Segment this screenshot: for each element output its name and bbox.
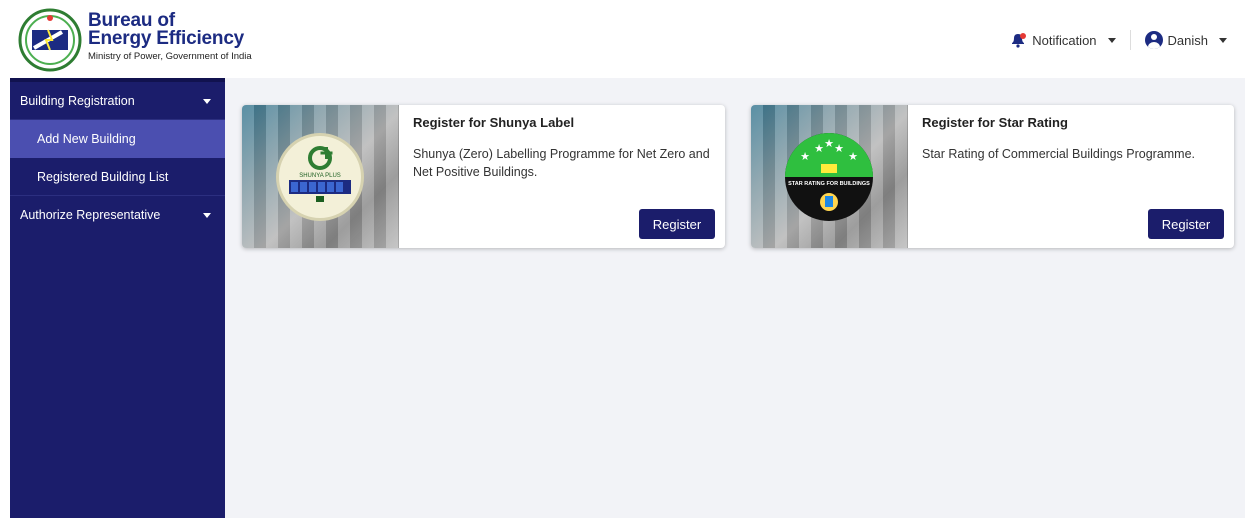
card-description: Star Rating of Commercial Buildings Prog… <box>922 147 1196 161</box>
brand-block: Bureau of Energy Efficiency Ministry of … <box>88 11 252 62</box>
register-shunya-button[interactable]: Register <box>639 209 715 239</box>
user-circle-icon <box>1144 31 1163 49</box>
svg-text:★: ★ <box>814 143 824 155</box>
header-nav: Notification Danish <box>1009 30 1227 50</box>
svg-text:★: ★ <box>848 151 858 163</box>
user-name: Danish <box>1167 32 1208 48</box>
sidebar-item-label: Authorize Representative <box>20 208 161 222</box>
chevron-down-icon <box>1219 37 1227 43</box>
chevron-down-icon <box>203 213 211 218</box>
sidebar-item-add-new-building[interactable]: Add New Building <box>10 120 225 158</box>
star-rating-card: ★ ★ ★ ★ ★ STAR RATING FOR BUILDINGS Regi… <box>751 105 1234 248</box>
sidebar-item-label: Building Registration <box>20 93 135 108</box>
card-description: Shunya (Zero) Labelling Programme for Ne… <box>413 147 710 179</box>
top-header: Bureau of Energy Efficiency Ministry of … <box>0 0 1245 78</box>
svg-text:★: ★ <box>824 138 834 150</box>
card-image: SHUNYA PLUS <box>242 105 399 248</box>
badge-text: SHUNYA PLUS <box>299 173 341 179</box>
chevron-down-icon <box>1107 37 1116 43</box>
card-body: Register for Star Rating Star Rating of … <box>922 115 1224 163</box>
bee-logo[interactable] <box>18 8 82 72</box>
sidebar-item-building-registration[interactable]: Building Registration <box>10 82 225 120</box>
star-rating-logo: ★ ★ ★ ★ ★ STAR RATING FOR BUILDINGS <box>785 133 873 221</box>
register-star-rating-button[interactable]: Register <box>1148 209 1224 239</box>
svg-text:★: ★ <box>800 151 810 163</box>
main-content: SHUNYA PLUS Register for Shunya Label Sh… <box>225 78 1245 518</box>
bell-icon <box>1012 33 1027 48</box>
card-title: Register for Shunya Label <box>413 115 575 130</box>
sidebar-item-label: Registered Building List <box>37 169 169 184</box>
badge-text: STAR RATING FOR BUILDINGS <box>788 181 870 187</box>
notification-label: Notification <box>1032 32 1097 48</box>
sidebar-item-registered-building-list[interactable]: Registered Building List <box>10 158 225 196</box>
nav-divider <box>1129 30 1131 50</box>
brand-title-line2: Energy Efficiency <box>88 28 245 49</box>
card-title: Register for Star Rating <box>922 115 1068 130</box>
brand-subtitle: Ministry of Power, Government of India <box>88 51 252 62</box>
sidebar-item-authorize-representative[interactable]: Authorize Representative <box>10 196 225 234</box>
sidebar: Building Registration Add New Building R… <box>10 78 225 518</box>
chevron-down-icon <box>203 99 211 104</box>
shunya-label-card: SHUNYA PLUS Register for Shunya Label Sh… <box>242 105 725 248</box>
svg-text:★: ★ <box>834 143 844 155</box>
notification-dropdown[interactable]: Notification <box>1009 32 1116 48</box>
shunya-plus-logo: SHUNYA PLUS <box>276 133 364 221</box>
user-dropdown[interactable]: Danish <box>1144 31 1227 49</box>
card-body: Register for Shunya Label Shunya (Zero) … <box>413 115 715 181</box>
card-image: ★ ★ ★ ★ ★ STAR RATING FOR BUILDINGS <box>751 105 908 248</box>
sidebar-item-label: Add New Building <box>37 132 136 146</box>
